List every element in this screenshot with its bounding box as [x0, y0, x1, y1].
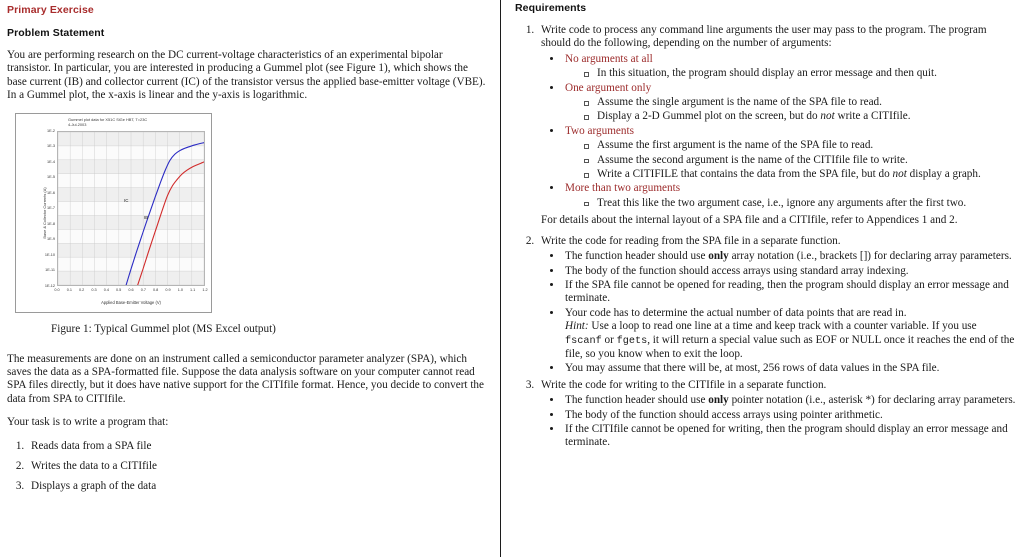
hint-label: Hint: — [565, 320, 589, 333]
argument-case-two-details: Assume the first argument is the name of… — [565, 139, 1016, 181]
document-page: Primary Exercise Problem Statement You a… — [0, 0, 1024, 557]
list-item: Assume the first argument is the name of… — [583, 139, 1016, 152]
list-item: Writes the data to a CITIfile — [27, 460, 486, 473]
argument-case-two: Two arguments Assume the first argument … — [563, 125, 1016, 182]
hint-text-b: or — [601, 333, 617, 346]
argument-case-more: More than two arguments Treat this like … — [563, 182, 1016, 210]
list-item: Write a CITIFILE that contains the data … — [583, 168, 1016, 181]
appendices-note: For details about the internal layout of… — [541, 214, 958, 227]
list-item: Display a 2-D Gummel plot on the screen,… — [583, 110, 1016, 123]
x-tick: 0.4 — [103, 287, 109, 292]
chart-x-tick-labels: 0.0 0.1 0.2 0.3 0.4 0.5 0.6 0.7 0.8 0.9 … — [54, 287, 208, 297]
argument-case-label: No arguments at all — [565, 52, 653, 65]
requirement-3-bullets: The function header should use only poin… — [541, 394, 1016, 450]
y-tick: 1E-2 — [46, 128, 55, 133]
data-point-count-text: Your code has to determine the actual nu… — [565, 306, 907, 319]
argument-case-one: One argument only Assume the single argu… — [563, 82, 1016, 124]
emphasis-only: only — [708, 250, 729, 263]
page-title: Primary Exercise — [7, 4, 94, 16]
chart-annotation-ib: IB — [144, 214, 149, 220]
x-tick: 1.2 — [202, 287, 208, 292]
chart-y-tick-labels: 1E-2 1E-3 1E-4 1E-5 1E-6 1E-7 1E-8 1E-9 … — [32, 128, 56, 288]
chart-annotation-ic: IC — [124, 197, 129, 203]
argument-cases-list: No arguments at all In this situation, t… — [541, 53, 1016, 210]
gummel-plot-chart: Gummel plot data for X51C SiGe HBT, T=23… — [15, 112, 212, 313]
argument-case-none-details: In this situation, the program should di… — [565, 67, 1016, 80]
argument-case-label: Two arguments — [565, 124, 634, 137]
chart-title: Gummel plot data for X51C SiGe HBT, T=23… — [68, 116, 148, 127]
list-item: The function header should use only arra… — [563, 250, 1016, 263]
y-tick: 1E-4 — [46, 159, 55, 164]
y-tick: 1E-5 — [46, 175, 55, 180]
x-tick: 0.1 — [66, 287, 72, 292]
chart-gridlines — [58, 131, 204, 285]
y-tick: 1E-11 — [45, 268, 55, 273]
hint-text-a: Use a loop to read one line at a time an… — [588, 320, 977, 333]
x-tick: 0.6 — [128, 287, 134, 292]
x-tick: 0.9 — [165, 287, 171, 292]
emphasis-only: only — [708, 394, 729, 407]
task-lead-paragraph: Your task is to write a program that: — [7, 416, 169, 429]
x-tick: 0.5 — [116, 287, 122, 292]
requirement-item-3: Write the code for writing to the CITIfi… — [537, 379, 1016, 450]
chart-plot-area — [57, 130, 205, 286]
x-tick: 1.0 — [177, 287, 183, 292]
list-item: Assume the second argument is the name o… — [583, 154, 1016, 167]
x-tick: 0.3 — [91, 287, 97, 292]
argument-case-one-details: Assume the single argument is the name o… — [565, 96, 1016, 124]
x-tick: 0.8 — [153, 287, 159, 292]
measurements-paragraph: The measurements are done on an instrume… — [7, 352, 484, 405]
emphasis-not: not — [892, 168, 907, 181]
requirement-item-1: Write code to process any command line a… — [537, 24, 1016, 228]
list-item: The body of the function should access a… — [563, 409, 1016, 422]
list-item: You may assume that there will be, at mo… — [563, 362, 1016, 375]
list-item: Your code has to determine the actual nu… — [563, 307, 1016, 362]
y-tick: 1E-6 — [46, 190, 55, 195]
figure-1: Gummel plot data for X51C SiGe HBT, T=23… — [7, 112, 486, 335]
chart-svg — [58, 131, 204, 285]
y-tick: 1E-8 — [46, 221, 55, 226]
right-column: Requirements Write code to process any c… — [501, 0, 1024, 557]
emphasis-not: not — [820, 110, 835, 123]
task-list: Reads data from a SPA file Writes the da… — [7, 440, 486, 494]
requirement-1-text: Write code to process any command line a… — [541, 24, 987, 50]
figure-caption: Figure 1: Typical Gummel plot (MS Excel … — [51, 322, 276, 335]
left-column: Primary Exercise Problem Statement You a… — [0, 0, 500, 557]
x-tick: 0.2 — [79, 287, 85, 292]
argument-case-label: One argument only — [565, 81, 652, 94]
x-tick: 0.7 — [140, 287, 146, 292]
requirement-2-text: Write the code for reading from the SPA … — [541, 234, 841, 247]
list-item: Treat this like the two argument case, i… — [583, 197, 1016, 210]
list-item: In this situation, the program should di… — [583, 67, 1016, 80]
list-item: Reads data from a SPA file — [27, 440, 486, 453]
hint-code-fscanf: fscanf — [565, 335, 602, 347]
y-tick: 1E-9 — [46, 237, 55, 242]
list-item: Displays a graph of the data — [27, 480, 486, 493]
requirement-3-text: Write the code for writing to the CITIfi… — [541, 378, 827, 391]
x-tick: 1.1 — [190, 287, 196, 292]
list-item: If the SPA file cannot be opened for rea… — [563, 279, 1016, 306]
requirements-list: Write code to process any command line a… — [515, 24, 1016, 450]
requirement-item-2: Write the code for reading from the SPA … — [537, 235, 1016, 376]
argument-case-more-details: Treat this like the two argument case, i… — [565, 197, 1016, 210]
requirement-2-bullets: The function header should use only arra… — [541, 250, 1016, 376]
intro-paragraph: You are performing research on the DC cu… — [7, 49, 486, 102]
y-tick: 1E-3 — [46, 144, 55, 149]
list-item: The body of the function should access a… — [563, 265, 1016, 278]
y-tick: 1E-7 — [46, 206, 55, 211]
argument-case-label: More than two arguments — [565, 182, 681, 195]
x-tick: 0.0 — [54, 287, 60, 292]
chart-x-axis-title: Applied Base-Emitter Voltage (V) — [101, 299, 161, 305]
y-tick: 1E-10 — [44, 252, 55, 257]
hint-code-fgets: fgets — [616, 335, 648, 347]
list-item: Assume the single argument is the name o… — [583, 96, 1016, 109]
list-item: If the CITIfile cannot be opened for wri… — [563, 423, 1016, 450]
argument-case-none: No arguments at all In this situation, t… — [563, 53, 1016, 81]
list-item: The function header should use only poin… — [563, 394, 1016, 407]
problem-statement-heading: Problem Statement — [7, 27, 105, 39]
requirements-heading: Requirements — [515, 2, 587, 14]
